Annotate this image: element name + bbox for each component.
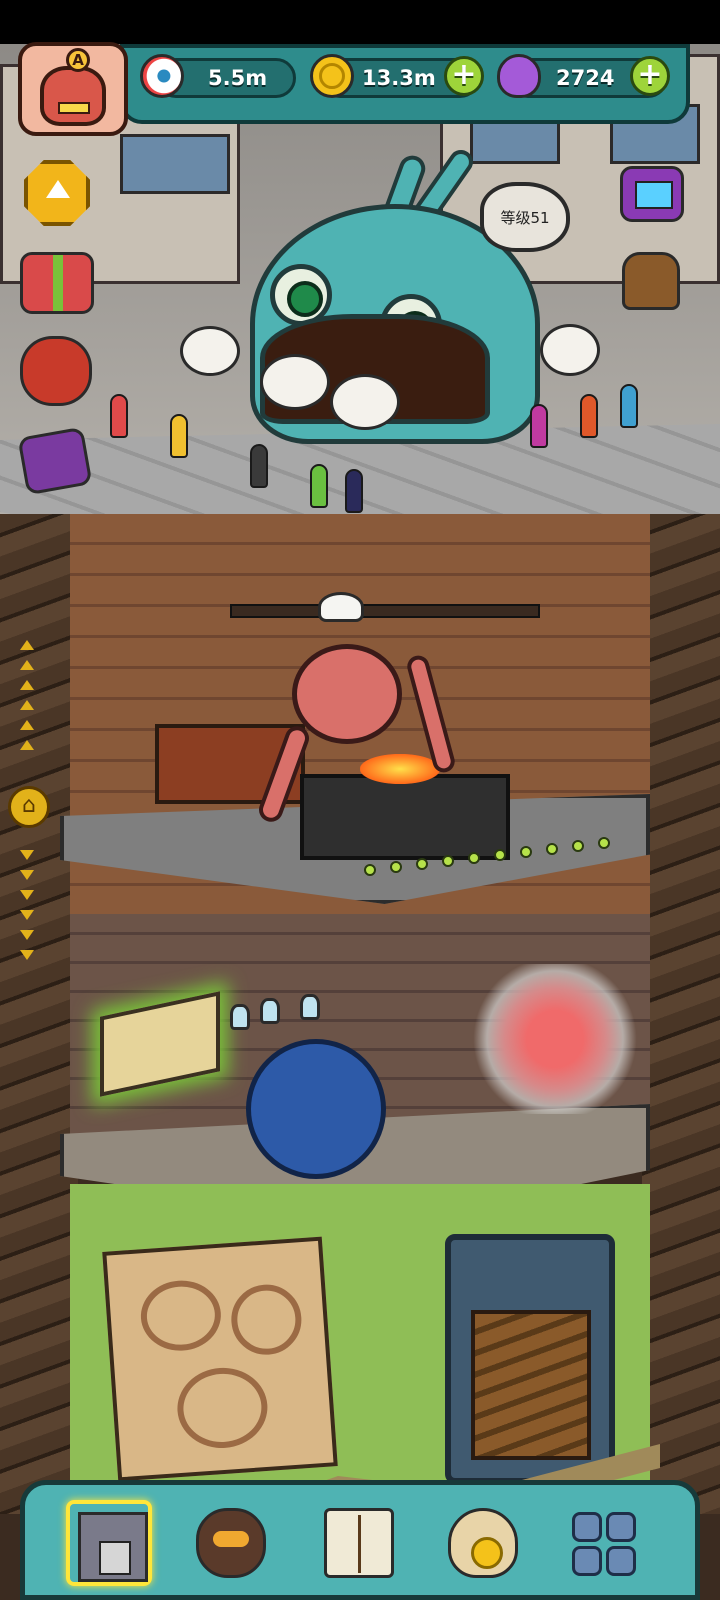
npc-customer[interactable]	[620, 384, 638, 428]
arrow-up-icon	[20, 640, 34, 650]
add-coins-button[interactable]: +	[444, 56, 484, 96]
arrow-down-icon	[20, 890, 34, 900]
bottle	[300, 994, 320, 1020]
map-ring	[174, 1364, 271, 1451]
restaurant-level-label: 等级51	[500, 208, 550, 227]
thought-bubble[interactable]	[540, 324, 600, 376]
coin-value: 13.3m	[362, 66, 436, 90]
npc-customer[interactable]	[250, 444, 268, 488]
progress-light	[598, 837, 610, 849]
eyeball-icon	[140, 54, 184, 98]
progress-light	[520, 846, 532, 858]
status-bar	[0, 0, 720, 44]
avatar-monster-face	[40, 66, 106, 126]
arrow-up-icon	[20, 720, 34, 730]
coin-icon	[310, 54, 354, 98]
npc-customer[interactable]	[170, 414, 188, 458]
monster-icon	[196, 1508, 266, 1578]
grid-icon	[568, 1508, 638, 1578]
swirl-portal[interactable]	[470, 964, 640, 1114]
level-speech-bubble[interactable]: 等级51	[480, 182, 570, 252]
arrow-down-icon	[20, 950, 34, 960]
bottle	[230, 1004, 250, 1030]
progress-light	[572, 840, 584, 852]
avatar-teeth	[58, 102, 90, 114]
npc-customer[interactable]	[530, 404, 548, 448]
avatar-rank-badge: A	[66, 48, 90, 72]
video-reward-button[interactable]	[620, 166, 684, 222]
grid-cell	[606, 1546, 636, 1576]
arrow-up-icon	[20, 680, 34, 690]
rock-wall-right	[642, 514, 720, 1514]
nav-book-button[interactable]	[316, 1500, 402, 1586]
arrow-down-icon	[20, 930, 34, 940]
grid-cell	[572, 1546, 602, 1576]
npc-customer[interactable]	[110, 394, 128, 438]
grid-cell	[606, 1512, 636, 1542]
npc-customer[interactable]	[310, 464, 328, 508]
kitchen-shelf	[230, 604, 540, 618]
progress-light	[546, 843, 558, 855]
cards-button[interactable]	[17, 426, 93, 496]
home-icon[interactable]: ⌂	[8, 786, 50, 828]
thought-bubble[interactable]	[330, 374, 400, 430]
nav-buildings-button[interactable]	[66, 1500, 152, 1586]
blue-pot-monster[interactable]	[246, 1039, 386, 1179]
arrow-up-icon	[20, 660, 34, 670]
tomato-event-button[interactable]	[20, 336, 92, 406]
progress-light	[442, 855, 454, 867]
money-bag-icon	[448, 1508, 518, 1578]
arrow-down-icon	[20, 870, 34, 880]
gate-door	[471, 1310, 591, 1460]
progress-light	[416, 858, 428, 870]
progress-light	[494, 849, 506, 861]
npc-customer[interactable]	[345, 469, 363, 513]
treasure-map[interactable]	[102, 1236, 338, 1482]
npc-customer[interactable]	[580, 394, 598, 438]
building-icon	[78, 1512, 148, 1582]
book-icon	[324, 1508, 394, 1578]
potion-value: 2724	[556, 66, 615, 90]
arrow-up-icon	[20, 740, 34, 750]
progress-light	[390, 861, 402, 873]
building-window	[120, 134, 230, 194]
potion-icon	[497, 54, 541, 98]
progress-light	[364, 864, 376, 876]
stove-fire	[360, 754, 440, 784]
progress-light	[468, 852, 480, 864]
dungeon-gate[interactable]	[445, 1234, 615, 1484]
floor-progress-lights	[360, 834, 640, 884]
nav-shop-button[interactable]	[440, 1500, 526, 1586]
rock-wall-left	[0, 514, 78, 1514]
thought-bubble[interactable]	[260, 354, 330, 410]
arrow-down-icon	[20, 850, 34, 860]
add-potions-button[interactable]: +	[630, 56, 670, 96]
map-ring	[229, 1282, 304, 1358]
map-ring	[138, 1277, 224, 1354]
grid-cell	[572, 1512, 602, 1542]
thought-bubble[interactable]	[180, 326, 240, 376]
eyeball-value: 5.5m	[208, 66, 268, 90]
nav-monsters-button[interactable]	[188, 1500, 274, 1586]
octopus-chef[interactable]	[292, 644, 402, 744]
arrow-down-icon	[20, 910, 34, 920]
gift-box-button[interactable]	[20, 252, 94, 314]
player-avatar[interactable]: A	[18, 42, 128, 136]
nav-collection-button[interactable]	[560, 1500, 646, 1586]
chef-hat	[318, 592, 364, 622]
bottle	[260, 998, 280, 1024]
treasure-chest-button[interactable]	[622, 252, 680, 310]
game-world[interactable]: 等级51	[0, 44, 720, 1600]
arrow-up-icon	[20, 700, 34, 710]
potion-bottles	[230, 994, 330, 1034]
